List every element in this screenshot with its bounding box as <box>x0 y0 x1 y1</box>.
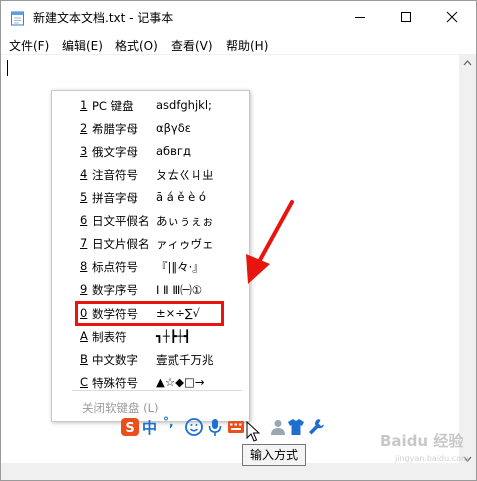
item-sample: αβγδε <box>156 121 191 135</box>
soft-keyboard-item-pc[interactable]: 1 PC 键盘 asdfghjkl; <box>52 95 249 117</box>
item-sample: ㄆㄊㄍㄐㄓ <box>156 168 214 182</box>
item-sample: ┓┼┣┼┫ <box>156 329 191 343</box>
user-icon[interactable] <box>268 416 288 438</box>
item-sample: あぃぅぇぉ <box>156 214 214 228</box>
menu-format[interactable]: 格式(O) <box>115 37 158 54</box>
item-sample: ▲☆◆□→ <box>156 375 205 389</box>
item-label: 希腊字母 <box>92 122 138 136</box>
item-sample: ā á ě è ó <box>156 190 206 204</box>
item-key: 7 <box>80 236 88 250</box>
item-key: 9 <box>80 282 88 296</box>
ime-mode-toggle[interactable]: 中 <box>142 417 162 439</box>
ime-tooltip: 输入方式 <box>242 444 306 466</box>
soft-keyboard-item-hiragana[interactable]: 6 日文平假名 あぃぅぇぉ <box>52 210 249 232</box>
item-sample: Ⅰ Ⅱ Ⅲ㈠① <box>156 283 203 297</box>
menu-file[interactable]: 文件(F) <box>9 37 49 54</box>
item-label: 标点符号 <box>92 260 138 274</box>
soft-keyboard-item-katakana[interactable]: 7 日文片假名 ァィゥヴェ <box>52 233 249 255</box>
soft-keyboard-item-russian[interactable]: 3 俄文字母 абвгд <box>52 141 249 163</box>
item-key: 6 <box>80 213 88 227</box>
text-caret <box>7 60 8 76</box>
item-key: 3 <box>80 144 88 158</box>
item-label: 制表符 <box>92 330 127 344</box>
tools-icon[interactable] <box>306 416 326 438</box>
soft-keyboard-item-zhuyin[interactable]: 4 注音符号 ㄆㄊㄍㄐㄓ <box>52 164 249 186</box>
menu-help[interactable]: 帮助(H) <box>226 37 268 54</box>
item-label: 特殊符号 <box>92 376 138 390</box>
item-label: 中文数字 <box>92 353 138 367</box>
item-key: 8 <box>80 259 88 273</box>
keyboard-icon[interactable] <box>226 416 246 438</box>
close-icon <box>446 11 458 23</box>
item-label: 数字序号 <box>92 283 138 297</box>
scroll-up-icon[interactable] <box>459 56 476 70</box>
item-label: 俄文字母 <box>92 145 138 159</box>
minimize-button[interactable] <box>337 1 383 33</box>
item-label: 注音符号 <box>92 168 138 182</box>
item-label: PC 键盘 <box>92 99 134 113</box>
window-title: 新建文本文档.txt - 记事本 <box>33 11 174 25</box>
notepad-app-icon <box>11 11 24 26</box>
ime-punctuation-toggle[interactable]: °, <box>163 415 183 437</box>
close-button[interactable] <box>429 1 475 33</box>
vertical-scrollbar[interactable] <box>459 54 476 468</box>
mouse-cursor-icon <box>246 421 260 442</box>
maximize-icon <box>401 12 411 22</box>
item-key: 5 <box>80 190 88 204</box>
sogou-logo-icon[interactable]: S <box>120 416 140 438</box>
item-sample: абвгд <box>156 144 191 158</box>
item-key: B <box>80 352 88 366</box>
item-key: 2 <box>80 121 88 135</box>
svg-text:S: S <box>125 421 134 436</box>
soft-keyboard-item-greek[interactable]: 2 希腊字母 αβγδε <box>52 118 249 140</box>
item-sample: 壹贰千万兆 <box>156 353 214 367</box>
skin-icon[interactable] <box>286 416 306 438</box>
highlight-box <box>75 301 224 326</box>
item-label: 日文平假名 <box>92 214 150 228</box>
baidu-watermark-url: jingyan.baidu.com <box>395 454 469 463</box>
item-key: 4 <box>80 167 88 181</box>
menu-edit[interactable]: 编辑(E) <box>62 37 103 54</box>
soft-keyboard-menu: 1 PC 键盘 asdfghjkl; 2 希腊字母 αβγδε 3 俄文字母 а… <box>51 90 250 422</box>
annotation-arrow-icon <box>246 200 294 284</box>
soft-keyboard-item-chinese-numerals[interactable]: B 中文数字 壹贰千万兆 <box>52 349 249 371</box>
minimize-icon <box>355 17 365 18</box>
maximize-button[interactable] <box>383 1 429 33</box>
menu-view[interactable]: 查看(V) <box>171 37 213 54</box>
soft-keyboard-item-table-symbols[interactable]: A 制表符 ┓┼┣┼┫ <box>52 326 249 348</box>
title-bar[interactable]: 新建文本文档.txt - 记事本 <box>1 1 476 34</box>
item-key: C <box>80 375 89 389</box>
item-key: A <box>80 329 88 343</box>
menu-bar: 文件(F) 编辑(E) 格式(O) 查看(V) 帮助(H) <box>1 34 476 54</box>
item-label: 拼音字母 <box>92 191 138 205</box>
ime-toolbar: S 中 °, <box>120 413 326 441</box>
item-label: 日文片假名 <box>92 237 150 251</box>
scrollbar-corner <box>459 463 476 480</box>
item-sample: ァィゥヴェ <box>156 237 214 251</box>
horizontal-scrollbar[interactable] <box>1 463 459 480</box>
soft-keyboard-item-punctuation[interactable]: 8 标点符号 『|‖々·』 <box>52 256 249 278</box>
soft-keyboard-item-pinyin[interactable]: 5 拼音字母 ā á ě è ó <box>52 187 249 209</box>
item-sample: 『|‖々·』 <box>156 260 204 274</box>
emoji-icon[interactable] <box>184 416 204 438</box>
item-key: 1 <box>80 98 88 112</box>
menu-separator <box>72 390 242 391</box>
microphone-icon[interactable] <box>205 416 225 438</box>
item-sample: asdfghjkl; <box>156 98 212 112</box>
soft-keyboard-item-number-ordinals[interactable]: 9 数字序号 Ⅰ Ⅱ Ⅲ㈠① <box>52 279 249 301</box>
baidu-watermark: Baidu 经验 <box>380 432 464 450</box>
